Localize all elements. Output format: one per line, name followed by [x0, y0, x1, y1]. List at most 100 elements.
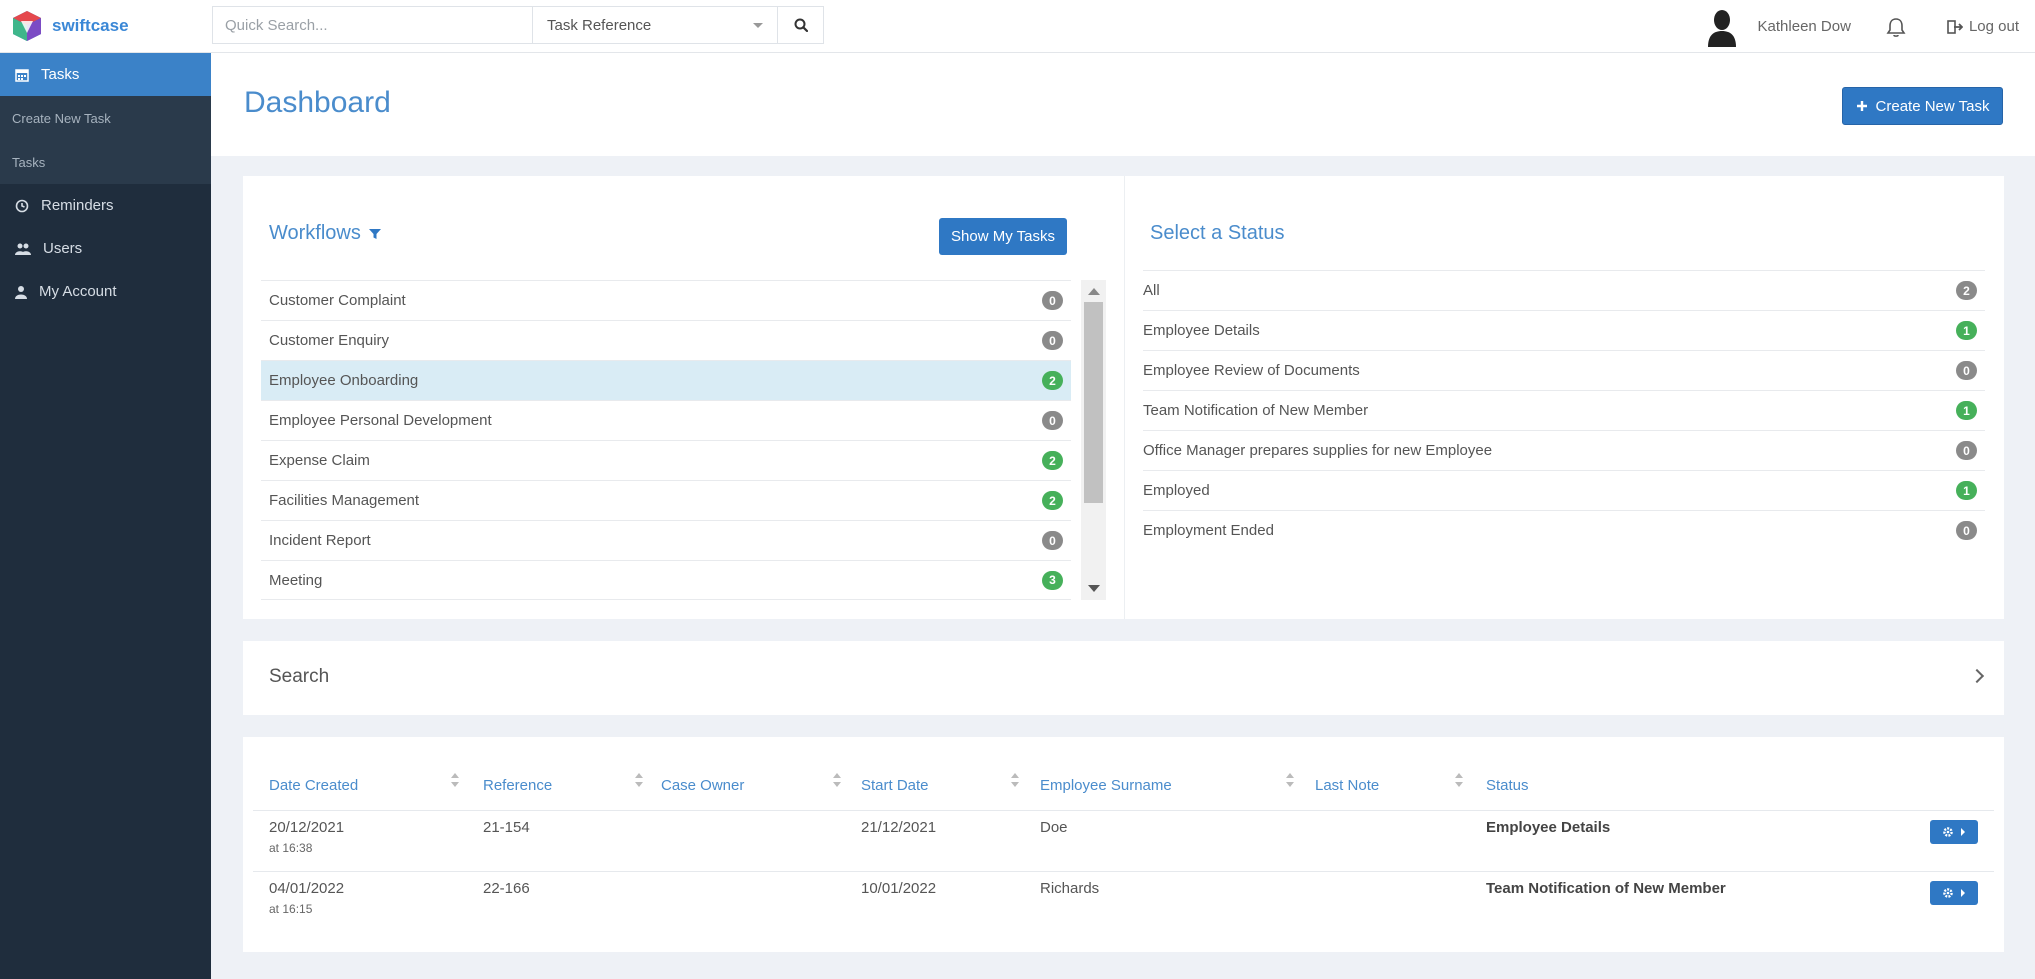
status-item[interactable]: Employment Ended 0	[1143, 510, 1985, 550]
swiftcase-logo-icon	[13, 11, 41, 41]
search-panel-title: Search	[269, 666, 330, 687]
top-bar: swiftcase Task Reference Kathleen Dow	[0, 0, 2035, 53]
date-created-cell: 04/01/2022 at 16:15	[269, 880, 344, 916]
row-actions-button[interactable]	[1930, 820, 1978, 844]
workflow-item[interactable]: Incident Report 0	[261, 520, 1071, 560]
row-actions-button[interactable]	[1930, 881, 1978, 905]
workflows-title-text: Workflows	[269, 222, 361, 244]
workflow-label: Employee Personal Development	[269, 412, 492, 429]
scrollbar-thumb[interactable]	[1084, 302, 1103, 503]
sort-icon[interactable]	[451, 773, 459, 791]
workflow-item[interactable]: Employee Personal Development 0	[261, 400, 1071, 440]
sort-icon[interactable]	[1011, 773, 1019, 791]
search-panel[interactable]: Search	[243, 641, 2004, 715]
workflow-label: Expense Claim	[269, 452, 370, 469]
gear-icon	[1943, 827, 1953, 837]
column-header-status[interactable]: Status	[1486, 765, 1886, 805]
show-my-tasks-button[interactable]: Show My Tasks	[939, 218, 1067, 255]
status-item[interactable]: Team Notification of New Member 1	[1143, 390, 1985, 430]
date-value: 20/12/2021	[269, 819, 345, 836]
clock-icon	[15, 199, 29, 212]
sidebar-item-label: Reminders	[41, 197, 114, 214]
column-header-date-created[interactable]: Date Created	[269, 765, 459, 805]
column-header-start-date[interactable]: Start Date	[861, 765, 1031, 805]
search-button[interactable]	[778, 7, 823, 43]
workflow-item[interactable]: Customer Complaint 0	[261, 280, 1071, 320]
workflow-label: Meeting	[269, 571, 323, 589]
status-item[interactable]: All 2	[1143, 270, 1985, 310]
column-header-employee-surname[interactable]: Employee Surname	[1040, 765, 1310, 805]
column-header-last-note[interactable]: Last Note	[1315, 765, 1485, 805]
workflows-scrollbar[interactable]	[1081, 280, 1106, 600]
column-label: Date Created	[269, 776, 359, 794]
page-title: Dashboard	[244, 86, 391, 119]
sidebar-item-create-new-task[interactable]: Create New Task	[0, 96, 211, 140]
sidebar: Tasks Create New Task Tasks Reminders Us…	[0, 53, 211, 979]
table-row[interactable]: 04/01/2022 at 16:15 22-166 10/01/2022 Ric…	[253, 871, 1994, 932]
date-value: 04/01/2022	[269, 880, 345, 897]
time-value: at 16:15	[269, 902, 313, 916]
quick-search-group: Task Reference	[212, 6, 824, 44]
count-badge: 1	[1956, 401, 1977, 420]
count-badge: 0	[1956, 521, 1977, 540]
logout-button[interactable]: Log out	[1947, 18, 2019, 35]
sidebar-item-tasks-list[interactable]: Tasks	[0, 140, 211, 184]
logo[interactable]: swiftcase	[10, 8, 210, 44]
sort-icon[interactable]	[833, 773, 841, 791]
chevron-down-icon	[753, 22, 763, 28]
sidebar-item-tasks[interactable]: Tasks	[0, 53, 211, 96]
reference-cell: 21-154	[483, 819, 530, 836]
column-label: Last Note	[1315, 776, 1380, 794]
count-badge: 0	[1042, 531, 1063, 550]
sort-icon[interactable]	[1286, 773, 1294, 791]
count-badge: 0	[1042, 291, 1063, 310]
quick-search-input[interactable]	[213, 7, 533, 43]
status-cell: Employee Details	[1486, 819, 1611, 836]
workflow-label: Facilities Management	[269, 492, 420, 509]
count-badge: 1	[1956, 321, 1977, 340]
filter-icon[interactable]	[368, 228, 381, 240]
logo-text: swiftcase	[52, 16, 129, 35]
scroll-up-icon[interactable]	[1088, 288, 1100, 295]
chevron-right-icon[interactable]	[1969, 668, 1985, 684]
sort-icon[interactable]	[635, 773, 643, 791]
create-new-task-button[interactable]: Create New Task	[1842, 87, 2003, 125]
column-label: Start Date	[861, 776, 929, 794]
search-type-select[interactable]: Task Reference	[533, 7, 778, 43]
status-label: Employment Ended	[1143, 522, 1274, 539]
status-item[interactable]: Employee Review of Documents 0	[1143, 350, 1985, 390]
count-badge: 2	[1042, 371, 1063, 390]
sidebar-item-label: My Account	[39, 283, 117, 300]
user-icon	[15, 285, 27, 299]
reference-cell: 22-166	[483, 880, 530, 897]
calendar-icon	[15, 68, 29, 82]
workflow-item[interactable]: Facilities Management 2	[261, 480, 1071, 520]
logout-label: Log out	[1968, 18, 2019, 35]
workflow-item[interactable]: Meeting 3	[261, 560, 1071, 600]
status-panel: Select a Status All 2 Employee Details 1 E…	[1124, 176, 2004, 619]
count-badge: 0	[1956, 361, 1977, 380]
workflow-item[interactable]: Customer Enquiry 0	[261, 320, 1071, 360]
status-title: Select a Status	[1150, 222, 1285, 244]
sidebar-item-label: Tasks	[41, 66, 80, 83]
count-badge: 0	[1956, 441, 1977, 460]
bell-icon[interactable]	[1885, 16, 1907, 38]
status-item[interactable]: Employed 1	[1143, 470, 1985, 510]
user-name[interactable]: Kathleen Dow	[1758, 18, 1851, 35]
users-icon	[15, 243, 31, 255]
sort-icon[interactable]	[1455, 773, 1463, 791]
column-header-case-owner[interactable]: Case Owner	[661, 765, 851, 805]
status-item[interactable]: Employee Details 1	[1143, 310, 1985, 350]
status-list: All 2 Employee Details 1 Employee Review o…	[1143, 270, 1985, 550]
table-row[interactable]: 20/12/2021 at 16:38 21-154 21/12/2021 Doe…	[253, 810, 1994, 871]
column-header-reference[interactable]: Reference	[483, 765, 643, 805]
avatar[interactable]	[1706, 7, 1738, 47]
workflow-item[interactable]: Expense Claim 2	[261, 440, 1071, 480]
sidebar-item-reminders[interactable]: Reminders	[0, 184, 211, 227]
scroll-down-icon[interactable]	[1088, 585, 1100, 592]
status-item[interactable]: Office Manager prepares supplies for new…	[1143, 430, 1985, 470]
sidebar-item-label: Create New Task	[12, 110, 111, 126]
sidebar-item-my-account[interactable]: My Account	[0, 270, 211, 313]
workflow-item-selected[interactable]: Employee Onboarding 2	[261, 360, 1071, 400]
sidebar-item-users[interactable]: Users	[0, 227, 211, 270]
